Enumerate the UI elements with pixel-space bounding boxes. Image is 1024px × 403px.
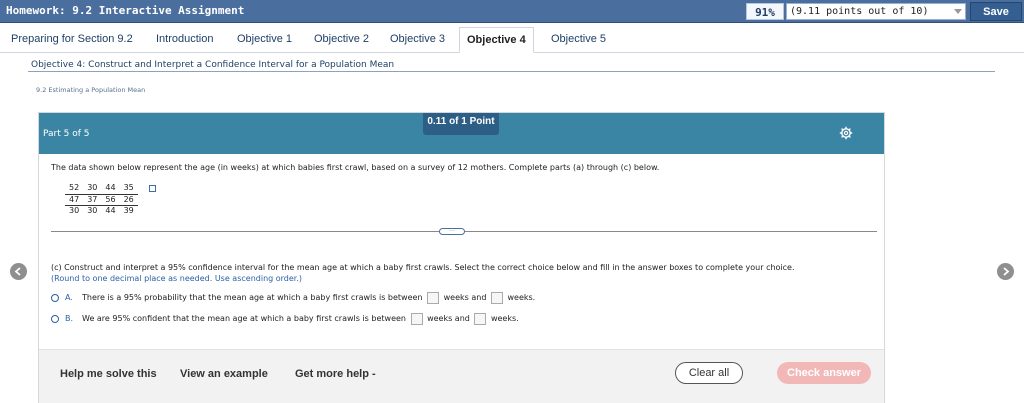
problem-statement: The data shown below represent the age (… [51,163,660,172]
answer-box-lower[interactable] [427,291,440,304]
table-cell: 30 [83,183,102,195]
table-cell: 30 [87,205,98,215]
choice-letter: A. [65,293,73,302]
table-cell: 30 [69,205,80,215]
expand-ellipsis-button[interactable]: ··· [439,228,465,235]
radio-a[interactable] [51,294,59,302]
score-percent: 91% [746,3,784,20]
chevron-down-icon [954,9,962,14]
panel-header: Part 5 of 5 0.11 of 1 Point [39,113,884,154]
tab-objective-4[interactable]: Objective 4 [459,27,534,53]
table-cell: 52 [65,183,84,195]
rounding-hint: (Round to one decimal place as needed. U… [51,274,303,283]
tab-objective-2[interactable]: Objective 2 [314,27,369,53]
radio-b[interactable] [51,315,59,323]
score-detail: (9.11 points out of 10) [790,6,929,17]
choice-text-start: We are 95% confident that the mean age a… [82,314,406,323]
objective-divider [28,71,995,72]
get-more-help-link[interactable]: Get more help - [295,368,376,380]
table-cell: 35 [119,183,138,195]
choice-text-end: weeks. [507,293,536,302]
save-button[interactable]: Save [970,2,1022,21]
score-dropdown[interactable]: (9.11 points out of 10) [786,3,966,20]
choice-letter: B. [65,314,74,323]
table-row: 52 30 44 35 [65,183,138,195]
choice-text-mid: weeks and [427,314,470,323]
check-answer-button[interactable]: Check answer [777,362,871,384]
question-prompt: (c) Construct and interpret a 95% confid… [51,263,795,272]
table-cell: 47 [65,194,84,206]
answer-box-upper[interactable] [474,312,487,325]
objective-tabs: Preparing for Section 9.2 Introduction O… [0,27,1024,53]
choice-text: There is a 95% probability that the mean… [82,291,535,305]
answer-box-lower[interactable] [410,312,423,325]
gear-icon[interactable] [839,126,853,140]
table-cell: 26 [119,194,138,206]
question-panel: Part 5 of 5 0.11 of 1 Point The data sho… [38,112,885,403]
next-arrow-icon[interactable] [997,263,1014,280]
part-label: Part 5 of 5 [43,129,90,139]
help-me-solve-link[interactable]: Help me solve this [60,368,157,380]
choice-text: We are 95% confident that the mean age a… [82,312,519,326]
table-cell: 44 [105,205,116,215]
view-example-link[interactable]: View an example [180,368,268,380]
choice-text-mid: weeks and [443,293,487,302]
section-title: 9.2 Estimating a Population Mean [36,86,146,94]
clear-all-button[interactable]: Clear all [675,362,743,384]
previous-arrow-icon[interactable] [10,263,27,280]
tab-objective-3[interactable]: Objective 3 [390,27,445,53]
table-row: 47 37 56 26 [65,194,138,206]
table-cell: 39 [123,205,134,215]
table-row: 30 30 44 39 [65,205,138,216]
table-cell: 44 [101,183,120,195]
tab-objective-5[interactable]: Objective 5 [551,27,606,53]
question-text: (c) Construct and interpret a 95% confid… [51,262,795,284]
homework-title: Homework: 9.2 Interactive Assignment [6,4,245,17]
points-badge: 0.11 of 1 Point [423,113,499,135]
assignment-header-bar: Homework: 9.2 Interactive Assignment 91%… [0,0,1024,23]
tab-preparing[interactable]: Preparing for Section 9.2 [11,27,133,53]
help-footer: Help me solve this View an example Get m… [39,349,884,403]
tab-objective-1[interactable]: Objective 1 [237,27,292,53]
choice-text-end: weeks. [490,314,519,323]
objective-title: Objective 4: Construct and Interpret a C… [31,60,395,70]
copy-data-icon[interactable] [149,185,156,192]
choice-text-start: There is a 95% probability that the mean… [82,293,423,302]
tab-introduction[interactable]: Introduction [156,27,213,53]
data-table: 52 30 44 35 47 37 56 26 30 30 44 39 [65,183,138,216]
table-cell: 56 [101,194,120,206]
answer-box-upper[interactable] [490,291,503,304]
table-cell: 37 [83,194,102,206]
